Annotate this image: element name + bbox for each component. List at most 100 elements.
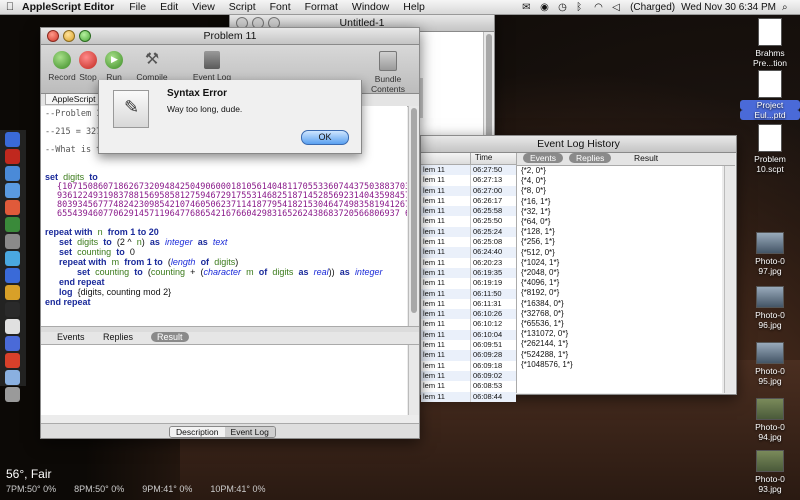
description-tab[interactable]: Description <box>170 427 225 437</box>
skype-icon[interactable] <box>5 251 20 266</box>
menu-edit[interactable]: Edit <box>153 1 185 13</box>
editor-scrollbar[interactable] <box>408 106 419 326</box>
utility-icon[interactable] <box>5 353 20 368</box>
history-row[interactable]: lem 11 06:09:18 <box>421 360 516 371</box>
bundle-contents-button[interactable]: Bundle Contents <box>359 49 417 94</box>
event-log-tab[interactable]: Event Log <box>224 427 275 437</box>
history-row[interactable]: lem 11 06:20:23 <box>421 257 516 268</box>
scroll-thumb[interactable] <box>411 108 417 313</box>
tab-events[interactable]: Events <box>51 332 91 342</box>
history-row-time: 06:09:51 <box>469 340 516 351</box>
zoom-button[interactable] <box>79 30 91 42</box>
eye-icon[interactable]: ◉ <box>540 2 552 13</box>
desktop-icon[interactable]: Photo-0 94.jpg <box>740 398 800 442</box>
history-row[interactable]: lem 11 06:25:24 <box>421 226 516 238</box>
history-row[interactable]: lem 11 06:09:28 <box>421 350 516 361</box>
volume-icon[interactable]: ◁ <box>612 2 624 13</box>
textedit-icon[interactable] <box>5 319 20 334</box>
apple-menu-icon[interactable]:  <box>0 1 20 13</box>
menu-file[interactable]: File <box>122 1 153 13</box>
terminal-icon[interactable] <box>5 302 20 317</box>
tab-result[interactable]: Result <box>151 332 189 342</box>
history-row[interactable]: lem 11 06:27:50 <box>421 165 516 176</box>
menu-view[interactable]: View <box>185 1 222 13</box>
history-row[interactable]: lem 11 06:11:50 <box>421 288 516 299</box>
history-row[interactable]: lem 11 06:25:08 <box>421 237 516 248</box>
finder-icon[interactable] <box>5 132 20 147</box>
history-row[interactable]: lem 11 06:10:26 <box>421 309 516 320</box>
menu-format[interactable]: Format <box>298 1 345 13</box>
ok-button[interactable]: OK <box>301 130 349 145</box>
desktop-icon[interactable]: Photo-0 96.jpg <box>740 286 800 330</box>
column-header-name[interactable] <box>421 153 470 164</box>
desktop-icon[interactable]: Photo-0 93.jpg <box>740 450 800 494</box>
history-list[interactable]: Time lem 11 06:27:50 lem 11 06:27:13 lem 11 0… <box>421 153 517 402</box>
menu-script[interactable]: Script <box>222 1 263 13</box>
tab-result[interactable]: Result <box>627 153 665 163</box>
xcode-icon[interactable] <box>5 336 20 351</box>
menu-clock[interactable]: Wed Nov 30 6:34 PM <box>681 2 776 13</box>
scroll-thumb[interactable] <box>486 34 492 142</box>
history-row[interactable]: lem 11 06:27:13 <box>421 175 516 186</box>
spotlight-icon[interactable]: ⌕ <box>782 2 794 13</box>
bluetooth-icon[interactable]: ᛒ <box>576 2 588 13</box>
system-prefs-icon[interactable] <box>5 234 20 249</box>
history-row-name: lem 11 <box>423 329 445 339</box>
desktop-icon[interactable]: Project Eul...ptd <box>740 70 800 120</box>
column-header-time[interactable]: Time <box>469 153 516 164</box>
wifi-icon[interactable]: ◠ <box>594 2 606 13</box>
elh-titlebar[interactable]: Event Log History <box>421 136 736 153</box>
history-row[interactable]: lem 11 06:10:04 <box>421 329 516 341</box>
app-menu[interactable]: AppleScript Editor <box>20 1 122 13</box>
gmail-icon[interactable]: ✉ <box>522 2 534 13</box>
history-row[interactable]: lem 11 06:11:31 <box>421 298 516 310</box>
history-row[interactable]: lem 11 06:19:35 <box>421 267 516 279</box>
language-tab[interactable]: AppleScript <box>45 94 103 105</box>
ichat-icon[interactable] <box>5 285 20 300</box>
tab-replies[interactable]: Replies <box>97 332 139 342</box>
history-row[interactable]: lem 11 06:09:51 <box>421 340 516 351</box>
battery-status[interactable]: (Charged) <box>630 2 675 13</box>
history-row[interactable]: lem 11 06:25:50 <box>421 216 516 227</box>
desktop-icon[interactable]: Photo-0 95.jpg <box>740 342 800 386</box>
history-row[interactable]: lem 11 06:08:53 <box>421 381 516 392</box>
history-row[interactable]: lem 11 06:09:02 <box>421 370 516 382</box>
history-row[interactable]: lem 11 06:27:00 <box>421 185 516 196</box>
kw-from: from 1 to <box>124 257 163 267</box>
document-icon <box>758 18 782 46</box>
history-row[interactable]: lem 11 06:26:17 <box>421 195 516 207</box>
menu-help[interactable]: Help <box>396 1 432 13</box>
desktop-icon[interactable]: Brahms Pre...tion <box>740 18 800 68</box>
history-row-name: lem 11 <box>423 278 445 288</box>
history-row[interactable]: lem 11 06:19:19 <box>421 278 516 289</box>
timemachine-icon[interactable]: ◷ <box>558 2 570 13</box>
run-button[interactable]: Run <box>93 49 135 82</box>
desktop-icon[interactable]: Problem 10.scpt <box>740 124 800 174</box>
tab-events[interactable]: Events <box>523 153 563 163</box>
compile-button[interactable]: ⚒ Compile <box>131 49 173 82</box>
history-row[interactable]: lem 11 06:08:44 <box>421 391 516 402</box>
firefox-icon[interactable] <box>5 200 20 215</box>
mail-icon[interactable] <box>5 166 20 181</box>
tab-replies[interactable]: Replies <box>569 153 612 163</box>
desktop-icon-label: Photo-0 <box>755 366 785 376</box>
close-button[interactable] <box>47 30 59 42</box>
ical-icon[interactable] <box>5 149 20 164</box>
appstore-icon[interactable] <box>5 268 20 283</box>
safari-icon[interactable] <box>5 183 20 198</box>
facetime-icon[interactable] <box>5 217 20 232</box>
untitled-scrollbar[interactable] <box>483 32 494 144</box>
folder-icon[interactable] <box>5 370 20 385</box>
menu-window[interactable]: Window <box>345 1 396 13</box>
result-scrollbar[interactable] <box>408 345 419 415</box>
menu-font[interactable]: Font <box>263 1 298 13</box>
history-row[interactable]: lem 11 06:25:58 <box>421 206 516 217</box>
result-area[interactable] <box>41 345 407 415</box>
trash-icon[interactable] <box>5 387 20 402</box>
log-scrollbar[interactable] <box>724 166 735 393</box>
history-row[interactable]: lem 11 06:10:12 <box>421 319 516 330</box>
p11-titlebar[interactable]: Problem 11 <box>41 28 419 45</box>
minimize-button[interactable] <box>63 30 75 42</box>
history-row[interactable]: lem 11 06:24:40 <box>421 247 516 258</box>
desktop-icon[interactable]: Photo-0 97.jpg <box>740 232 800 276</box>
